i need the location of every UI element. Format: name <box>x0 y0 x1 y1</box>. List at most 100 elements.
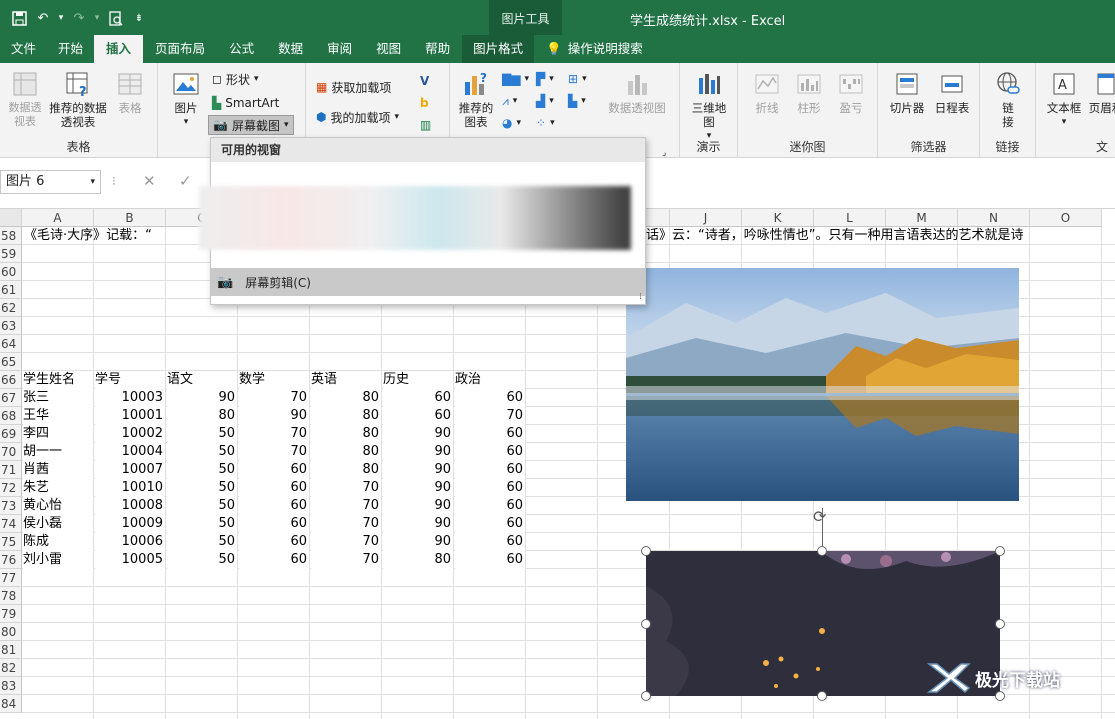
sparkline-line-button[interactable]: 折线 <box>748 69 786 115</box>
cell[interactable]: 70 <box>239 425 309 443</box>
tab-help[interactable]: 帮助 <box>413 35 462 63</box>
column-header[interactable]: K <box>742 209 814 227</box>
screen-clipping-item[interactable]: 📷 屏幕剪辑(C) <box>211 268 645 296</box>
cell[interactable]: 侯小磊 <box>23 515 93 533</box>
tab-insert[interactable]: 插入 <box>94 35 144 63</box>
pictures-button[interactable]: 图片 ▾ <box>168 69 204 129</box>
tab-picture-format[interactable]: 图片格式 <box>462 35 535 63</box>
cell[interactable]: 90 <box>383 515 453 533</box>
tab-home[interactable]: 开始 <box>47 35 94 63</box>
cell[interactable]: 60 <box>383 389 453 407</box>
row-header[interactable]: 76 <box>0 551 22 569</box>
cell[interactable]: 80 <box>311 389 381 407</box>
cell[interactable]: 70 <box>455 407 525 425</box>
tab-file[interactable]: 文件 <box>0 35 47 63</box>
pie-chart-icon[interactable]: ◕ ▾ <box>502 113 521 133</box>
cell[interactable]: 60 <box>455 515 525 533</box>
cell[interactable]: 90 <box>383 425 453 443</box>
row-header[interactable]: 81 <box>0 641 22 659</box>
cell[interactable]: 10002 <box>95 425 165 443</box>
redo-icon[interactable]: ↷ <box>68 8 90 28</box>
slicer-button[interactable]: 切片器 <box>886 69 928 115</box>
cell[interactable]: 80 <box>311 425 381 443</box>
recommended-pivot-button[interactable]: ? 推荐的数据透视表 <box>46 69 110 129</box>
row-header[interactable]: 60 <box>0 263 22 281</box>
cell[interactable]: 10005 <box>95 551 165 569</box>
cell[interactable]: 80 <box>311 407 381 425</box>
cell[interactable]: 60 <box>455 389 525 407</box>
cell[interactable]: 10001 <box>95 407 165 425</box>
save-icon[interactable] <box>8 8 30 28</box>
name-box[interactable]: 图片 6 ▾ <box>0 170 101 194</box>
bing-icon[interactable]: b <box>420 93 429 113</box>
cell[interactable]: 70 <box>311 479 381 497</box>
cancel-icon[interactable]: ✕ <box>143 172 156 190</box>
cell[interactable]: 50 <box>167 497 237 515</box>
shapes-button[interactable]: ◻ 形状 ▾ <box>212 69 259 89</box>
cell[interactable]: 10008 <box>95 497 165 515</box>
textbox-button[interactable]: A 文本框 ▾ <box>1044 69 1084 129</box>
resize-handle-ne[interactable] <box>995 546 1005 556</box>
cell[interactable]: 50 <box>167 479 237 497</box>
cell[interactable]: 60 <box>239 533 309 551</box>
cell[interactable]: 70 <box>239 443 309 461</box>
cell[interactable]: 张三 <box>23 389 93 407</box>
cell[interactable]: 60 <box>239 551 309 569</box>
cell[interactable]: 90 <box>383 479 453 497</box>
cell[interactable]: 刘小雷 <box>23 551 93 569</box>
smartart-button[interactable]: ▙ SmartArt <box>212 93 279 113</box>
row-header[interactable]: 84 <box>0 695 22 713</box>
rotate-handle-icon[interactable]: ⟳ <box>813 507 826 526</box>
column-header[interactable]: A <box>22 209 94 227</box>
3d-map-button[interactable]: 三维地图 ▾ <box>688 69 730 143</box>
cell[interactable]: 60 <box>383 407 453 425</box>
header-footer-button[interactable]: 页眉和 <box>1086 69 1115 115</box>
cell[interactable]: 王华 <box>23 407 93 425</box>
cell[interactable]: 60 <box>239 479 309 497</box>
cell[interactable]: 60 <box>455 479 525 497</box>
row-header[interactable]: 63 <box>0 317 22 335</box>
visio-icon[interactable]: V <box>420 71 429 91</box>
cell[interactable]: 肖茜 <box>23 461 93 479</box>
cell[interactable]: 历史 <box>383 371 453 389</box>
name-box-dropdown-icon[interactable]: ▾ <box>90 171 95 193</box>
sparkline-winloss-button[interactable]: 盈亏 <box>832 69 870 115</box>
statistic-chart-icon[interactable]: ▟ ▾ <box>536 91 554 111</box>
tell-me-search[interactable]: 💡 操作说明搜索 <box>534 35 655 63</box>
cell[interactable]: 50 <box>167 533 237 551</box>
cell[interactable]: 90 <box>383 533 453 551</box>
column-header[interactable]: L <box>814 209 886 227</box>
cell[interactable]: 70 <box>311 515 381 533</box>
column-header[interactable]: N <box>958 209 1030 227</box>
cell[interactable]: 10003 <box>95 389 165 407</box>
cell[interactable]: 90 <box>383 461 453 479</box>
row-header[interactable]: 67 <box>0 389 22 407</box>
resize-handle-n[interactable] <box>817 546 827 556</box>
undo-dropdown-icon[interactable]: ▾ <box>56 8 66 28</box>
customize-qat-icon[interactable]: ⇟ <box>128 8 150 28</box>
row-header[interactable]: 64 <box>0 335 22 353</box>
column-header[interactable]: B <box>94 209 166 227</box>
row-header[interactable]: 82 <box>0 659 22 677</box>
cell[interactable]: 10007 <box>95 461 165 479</box>
tab-data[interactable]: 数据 <box>266 35 315 63</box>
column-header[interactable]: J <box>670 209 742 227</box>
cell[interactable]: 黄心怡 <box>23 497 93 515</box>
cell[interactable]: 60 <box>455 425 525 443</box>
row-header[interactable]: 68 <box>0 407 22 425</box>
row-header[interactable]: 72 <box>0 479 22 497</box>
cell[interactable]: 政治 <box>455 371 525 389</box>
get-addins-button[interactable]: ▦ 获取加载项 <box>316 77 391 97</box>
scatter-chart-icon[interactable]: ⁘ ▾ <box>536 113 555 133</box>
cell[interactable]: 80 <box>311 461 381 479</box>
cell[interactable]: 10009 <box>95 515 165 533</box>
column-chart-icon[interactable]: ▇▆ ▾ <box>502 69 529 89</box>
people-graph-icon[interactable]: ▥ <box>420 115 431 135</box>
cell[interactable]: 70 <box>311 497 381 515</box>
row-header[interactable]: 62 <box>0 299 22 317</box>
sparkline-column-button[interactable]: 柱形 <box>790 69 828 115</box>
timeline-button[interactable]: 日程表 <box>930 69 974 115</box>
my-addins-button[interactable]: ⬢ 我的加载项 ▾ <box>316 107 399 127</box>
cell[interactable]: 60 <box>239 515 309 533</box>
row-header[interactable]: 69 <box>0 425 22 443</box>
